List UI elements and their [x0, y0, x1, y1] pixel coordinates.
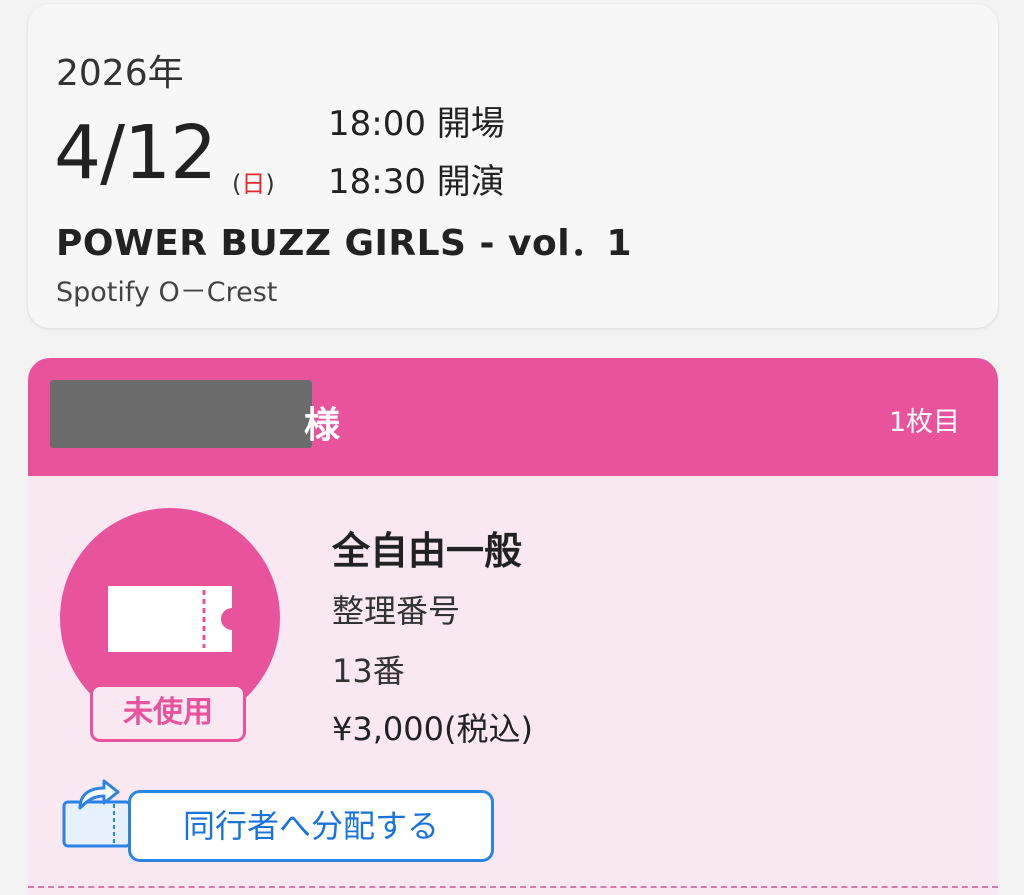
event-weekday: (日): [232, 164, 275, 199]
event-venue: Spotify O－Crest: [56, 277, 278, 308]
weekday-open-paren: (: [232, 170, 242, 198]
seat-type: 全自由一般: [332, 529, 523, 573]
holder-name-redacted: [50, 380, 312, 448]
event-info-card: 2026年 4/12 (日) 18:00 開場 18:30 開演 POWER B…: [28, 4, 998, 328]
ticket-price: ¥3,000(税込): [332, 710, 533, 748]
share-with-companion-button[interactable]: 同行者へ分配する: [128, 790, 494, 862]
share-ticket-icon[interactable]: [58, 778, 138, 854]
ticket-count: 1枚目: [888, 407, 960, 438]
doors-time: 18:00 開場: [328, 104, 505, 144]
event-year: 2026年: [56, 53, 184, 94]
event-title: POWER BUZZ GIRLS - vol．1: [56, 223, 633, 264]
event-date: 4/12: [54, 110, 217, 196]
status-badge: 未使用: [90, 684, 246, 742]
ticket-number-label: 整理番号: [332, 592, 461, 630]
holder-honorific: 様: [304, 405, 341, 446]
weekday-close-paren: ): [265, 170, 275, 198]
ticket-header: 様 1枚目: [28, 358, 998, 476]
show-time: 18:30 開演: [328, 162, 505, 202]
weekday-char: 日: [241, 170, 266, 198]
ticket-card: 様 1枚目 未使用 全自由一般 整理番号 13番 ¥3,000(税込) 同行者へ…: [28, 358, 998, 895]
ticket-number-value: 13番: [332, 652, 405, 690]
ticket-icon: [108, 586, 232, 652]
dashed-divider: [28, 886, 998, 888]
